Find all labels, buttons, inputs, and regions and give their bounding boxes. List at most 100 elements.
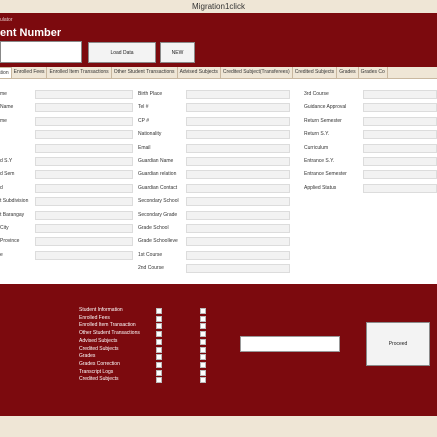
tab-2[interactable]: Enrolled Item Transactions: [47, 67, 112, 78]
col1-label-8: t Subdivision: [0, 198, 29, 205]
col1-label-7: d: [0, 184, 3, 191]
target-input[interactable]: [240, 336, 340, 352]
migration-item-label-8: Transcript Logs: [79, 368, 114, 375]
migration-item-label-4: Advised Subjects: [79, 337, 118, 344]
col1-field-12[interactable]: [35, 250, 133, 260]
tab-7[interactable]: Grades: [337, 67, 359, 78]
col2-label-8: Secondary School: [138, 198, 179, 205]
col2-field-6[interactable]: [186, 170, 290, 180]
migration-checkbox-7-2[interactable]: [200, 361, 206, 368]
col1-label-2: me: [0, 117, 7, 124]
col1-field-7[interactable]: [35, 183, 133, 193]
col1-field-10[interactable]: [35, 224, 133, 233]
load-data-button[interactable]: Load Data: [88, 42, 156, 63]
col1-field-1[interactable]: [35, 103, 133, 113]
col1-field-9[interactable]: [35, 210, 133, 220]
col3-label-3: Return S.Y.: [304, 131, 330, 138]
col2-label-6: Guardian relation: [138, 171, 177, 178]
col2-field-12[interactable]: [186, 250, 290, 260]
col3-field-3[interactable]: [363, 130, 437, 140]
migration-checkbox-3-1[interactable]: [156, 331, 162, 338]
migration-item-label-1: Enrolled Fees: [79, 314, 110, 321]
tab-0[interactable]: nformation: [0, 67, 12, 78]
col1-field-3[interactable]: [35, 130, 133, 140]
col2-field-11[interactable]: [186, 237, 290, 247]
tab-3[interactable]: Other Student Transactions: [112, 67, 178, 78]
col3-label-7: Applied Status: [304, 184, 337, 191]
col2-label-4: Email: [138, 144, 151, 151]
col1-label-10: City: [0, 225, 9, 231]
col2-field-10[interactable]: [186, 224, 290, 233]
col1-field-11[interactable]: [35, 237, 133, 247]
migration-checkbox-1-1[interactable]: [156, 315, 162, 322]
migration-checkbox-7-1[interactable]: [156, 361, 162, 368]
col2-field-13[interactable]: [186, 264, 290, 274]
col1-field-0[interactable]: [35, 90, 133, 99]
col1-label-9: t Barangay: [0, 211, 25, 218]
col2-field-0[interactable]: [186, 90, 290, 99]
col1-field-2[interactable]: [35, 116, 133, 126]
col2-field-9[interactable]: [186, 210, 290, 220]
col1-field-8[interactable]: [35, 197, 133, 207]
col1-field-5[interactable]: [35, 157, 133, 166]
migration-item-label-7: Grades Correction: [79, 360, 120, 367]
col2-field-5[interactable]: [186, 157, 290, 166]
col3-field-0[interactable]: [363, 90, 437, 99]
migration-item-label-9: Credited Subjects: [79, 376, 119, 383]
migration-checkbox-4-1[interactable]: [156, 338, 162, 345]
migration-checkbox-9-2[interactable]: [200, 377, 206, 384]
app-subtitle: ulator: [0, 17, 13, 23]
student-number-input[interactable]: [0, 41, 82, 63]
student-info-panel: me Name me d S.Y d Sem d t Subdivision t Barang…: [0, 79, 437, 284]
migration-checkbox-0-1[interactable]: [156, 308, 162, 314]
col2-field-4[interactable]: [186, 143, 290, 153]
tab-8[interactable]: Grades Co: [359, 67, 388, 78]
col3-field-5[interactable]: [363, 157, 437, 166]
header-panel: ulator ent Number Load Data NEW: [0, 13, 437, 67]
migration-checkbox-1-2[interactable]: [200, 315, 206, 322]
col1-label-11: Province: [0, 238, 20, 245]
new-button[interactable]: NEW: [160, 42, 195, 63]
migration-checkbox-6-2[interactable]: [200, 354, 206, 361]
col2-label-2: CP #: [138, 117, 150, 124]
col2-label-0: Birth Place: [138, 91, 163, 97]
migration-checkbox-8-2[interactable]: [200, 369, 206, 376]
col3-label-2: Return Semester: [304, 117, 342, 124]
migration-checkbox-3-2[interactable]: [200, 331, 206, 338]
col3-field-7[interactable]: [363, 183, 437, 193]
col1-field-6[interactable]: [35, 170, 133, 180]
migration-item-label-3: Other Student Transactions: [79, 330, 140, 337]
migration-checkbox-8-1[interactable]: [156, 369, 162, 376]
col3-field-6[interactable]: [363, 170, 437, 180]
migration-checkbox-4-2[interactable]: [200, 338, 206, 345]
migration-checkbox-5-1[interactable]: [156, 346, 162, 353]
col2-field-3[interactable]: [186, 130, 290, 140]
window-title: Migration1click: [0, 0, 437, 13]
migration-checkbox-6-1[interactable]: [156, 354, 162, 361]
col1-label-5: d S.Y: [0, 158, 13, 164]
tab-6[interactable]: Credited Subjects: [293, 67, 338, 78]
col3-field-1[interactable]: [363, 103, 437, 113]
tab-1[interactable]: Enrolled Fees: [12, 67, 48, 78]
migration-item-label-5: Credited Subjects: [79, 345, 119, 352]
col2-label-13: 2nd Course: [138, 265, 164, 272]
proceed-button[interactable]: Proceed: [366, 322, 430, 366]
col2-field-1[interactable]: [186, 103, 290, 113]
col1-field-4[interactable]: [35, 143, 133, 153]
col2-label-1: Tel #: [138, 104, 149, 111]
col2-field-8[interactable]: [186, 197, 290, 207]
migration-checkbox-2-1[interactable]: [156, 323, 162, 330]
col2-label-12: 1st Course: [138, 251, 163, 258]
col3-field-4[interactable]: [363, 143, 437, 153]
migration-checkbox-5-2[interactable]: [200, 346, 206, 353]
col2-field-7[interactable]: [186, 183, 290, 193]
migration-checkbox-0-2[interactable]: [200, 308, 206, 314]
page-title: ent Number: [0, 27, 62, 39]
tab-5[interactable]: Credited Subject(Transferees): [221, 67, 293, 78]
migration-checkbox-9-1[interactable]: [156, 377, 162, 384]
migration-checkbox-2-2[interactable]: [200, 323, 206, 330]
tab-4[interactable]: Advised Subjects: [178, 67, 221, 78]
col2-field-2[interactable]: [186, 116, 290, 126]
col2-label-10: Grade School: [138, 225, 169, 231]
col3-field-2[interactable]: [363, 116, 437, 126]
